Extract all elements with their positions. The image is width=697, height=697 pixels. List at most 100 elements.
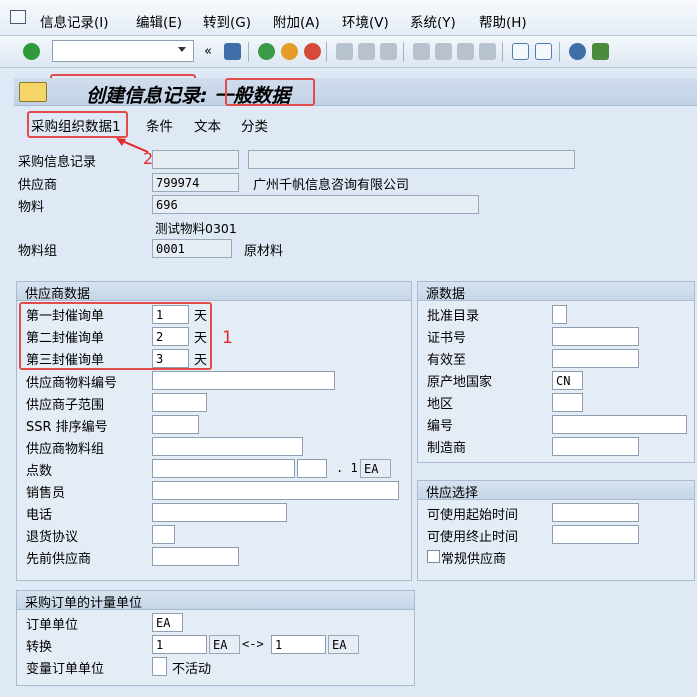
points-separator: . 1 xyxy=(336,461,358,475)
standard-toolbar: « xyxy=(0,36,697,102)
po-unit-title: 采购订单的计量单位 xyxy=(17,591,414,611)
menu-system[interactable]: 系统(Y) xyxy=(410,11,456,31)
phone-field[interactable] xyxy=(152,503,287,522)
previous-page-icon[interactable] xyxy=(435,43,452,60)
vendor-subrange-field[interactable] xyxy=(152,393,207,412)
salesperson-label: 销售员 xyxy=(26,486,66,501)
points-label: 点数 xyxy=(26,464,53,479)
prior-vendor-label: 先前供应商 xyxy=(26,552,92,567)
points-uom-field: EA xyxy=(360,459,391,478)
number-label: 编号 xyxy=(427,419,454,434)
menu-app-icon[interactable] xyxy=(10,10,26,24)
document-icon[interactable] xyxy=(19,82,47,102)
return-agreement-field[interactable] xyxy=(152,525,175,544)
reminder-3-field[interactable]: 3 xyxy=(152,349,189,368)
command-dropdown-icon[interactable] xyxy=(178,47,186,52)
origin-data-title: 源数据 xyxy=(418,282,694,302)
inactive-label: 不活动 xyxy=(172,662,212,677)
country-of-origin-field[interactable]: CN xyxy=(552,371,583,390)
conversion-left-field[interactable]: 1 xyxy=(152,635,207,654)
certificate-no-label: 证书号 xyxy=(427,331,467,346)
info-record-desc-field xyxy=(248,150,575,169)
conversion-label: 转换 xyxy=(26,640,53,655)
material-group-field[interactable]: 0001 xyxy=(152,239,232,258)
approved-list-label: 批准目录 xyxy=(427,309,480,324)
cancel-icon[interactable] xyxy=(304,43,321,60)
material-label: 物料 xyxy=(18,200,45,215)
country-of-origin-label: 原产地国家 xyxy=(427,375,493,390)
layout-icon[interactable] xyxy=(592,43,609,60)
vendor-material-group-field[interactable] xyxy=(152,437,303,456)
vendor-material-no-field[interactable] xyxy=(152,371,335,390)
conversion-left-unit: EA xyxy=(209,635,240,654)
prior-vendor-field[interactable] xyxy=(152,547,239,566)
print-icon[interactable] xyxy=(336,43,353,60)
reminder-1-field[interactable]: 1 xyxy=(152,305,189,324)
certificate-no-field[interactable] xyxy=(552,327,639,346)
valid-to-field[interactable] xyxy=(552,349,639,368)
menu-extras[interactable]: 附加(A) xyxy=(273,11,320,31)
vendor-subrange-label: 供应商子范围 xyxy=(26,398,105,413)
material-group-name: 原材料 xyxy=(244,244,284,259)
points-field[interactable] xyxy=(152,459,295,478)
menu-environment[interactable]: 环境(V) xyxy=(342,11,389,31)
first-page-icon[interactable] xyxy=(413,43,430,60)
vendor-field[interactable]: 799974 xyxy=(152,173,239,192)
approved-list-field[interactable] xyxy=(552,305,567,324)
reminder-2-label: 第二封催询单 xyxy=(26,331,105,346)
find-next-icon[interactable] xyxy=(380,43,397,60)
back-icon[interactable] xyxy=(258,43,275,60)
avail-from-field[interactable] xyxy=(552,503,639,522)
collapse-icon[interactable]: « xyxy=(204,44,212,59)
vendor-data-title: 供应商数据 xyxy=(17,282,411,302)
ssr-sort-label: SSR 排序编号 xyxy=(26,420,108,435)
find-icon[interactable] xyxy=(358,43,375,60)
salesperson-field[interactable] xyxy=(152,481,399,500)
reminder-2-unit: 天 xyxy=(194,331,208,346)
new-session-icon[interactable] xyxy=(512,43,529,60)
regular-vendor-checkbox[interactable] xyxy=(427,550,440,563)
help-icon[interactable] xyxy=(569,43,586,60)
ssr-sort-field[interactable] xyxy=(152,415,199,434)
order-unit-field[interactable]: EA xyxy=(152,613,183,632)
conversion-right-unit: EA xyxy=(328,635,359,654)
tab-conditions[interactable]: 条件 xyxy=(146,115,173,135)
points-unit-field[interactable] xyxy=(297,459,327,478)
variable-unit-field[interactable] xyxy=(152,657,167,676)
reminder-1-unit: 天 xyxy=(194,309,208,324)
menu-info-record[interactable]: 信息记录(I) xyxy=(40,11,109,31)
command-field[interactable] xyxy=(52,40,194,62)
avail-to-label: 可使用终止时间 xyxy=(427,530,519,545)
regular-vendor-label: 常规供应商 xyxy=(441,552,507,567)
region-field[interactable] xyxy=(552,393,583,412)
phone-label: 电话 xyxy=(26,508,53,523)
last-page-icon[interactable] xyxy=(479,43,496,60)
conversion-right-field[interactable]: 1 xyxy=(271,635,326,654)
save-icon[interactable] xyxy=(224,43,241,60)
manufacturer-field[interactable] xyxy=(552,437,639,456)
menu-help[interactable]: 帮助(H) xyxy=(479,11,527,31)
next-page-icon[interactable] xyxy=(457,43,474,60)
material-group-label: 物料组 xyxy=(18,244,58,259)
enter-check-icon[interactable] xyxy=(23,43,40,60)
info-record-field[interactable] xyxy=(152,150,239,169)
vendor-label: 供应商 xyxy=(18,178,58,193)
reminder-2-field[interactable]: 2 xyxy=(152,327,189,346)
tab-classification[interactable]: 分类 xyxy=(241,115,268,135)
menu-bar: 信息记录(I) 编辑(E) 转到(G) 附加(A) 环境(V) 系统(Y) 帮助… xyxy=(0,0,697,36)
vendor-material-group-label: 供应商物料组 xyxy=(26,442,105,457)
exit-icon[interactable] xyxy=(281,43,298,60)
avail-to-field[interactable] xyxy=(552,525,639,544)
shortcut-icon[interactable] xyxy=(535,43,552,60)
title-highlight xyxy=(225,78,315,106)
annotation-1: 1 xyxy=(222,328,233,348)
material-field[interactable]: 696 xyxy=(152,195,479,214)
tab-texts[interactable]: 文本 xyxy=(194,115,221,135)
menu-edit[interactable]: 编辑(E) xyxy=(136,11,182,31)
number-field[interactable] xyxy=(552,415,687,434)
manufacturer-label: 制造商 xyxy=(427,441,467,456)
variable-unit-label: 变量订单单位 xyxy=(26,662,105,677)
vendor-selection-title: 供应选择 xyxy=(418,481,694,501)
region-label: 地区 xyxy=(427,397,454,412)
menu-goto[interactable]: 转到(G) xyxy=(203,11,251,31)
